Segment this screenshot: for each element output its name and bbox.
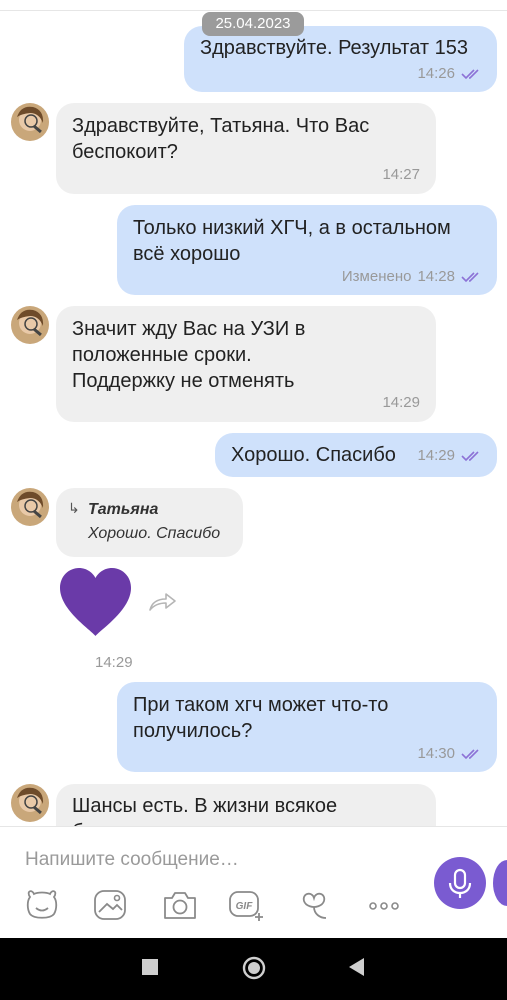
message-time: 14:26 — [417, 65, 455, 82]
message-bubble-incoming[interactable]: Здравствуйте, Татьяна. Что Вас беспокоит… — [56, 103, 436, 194]
chat-area: 25.04.2023 Здравствуйте. Результат 153 1… — [0, 0, 507, 826]
quote-text: Хорошо. Спасибо — [88, 525, 221, 542]
more-icon[interactable] — [364, 887, 404, 923]
message-meta: Изменено 14:28 — [342, 268, 483, 285]
microphone-button[interactable] — [434, 857, 486, 909]
message-text: Здравствуйте, Татьяна. Что Вас беспокоит… — [72, 115, 370, 163]
read-ticks-icon — [461, 271, 479, 282]
message-meta: 14:29 — [382, 394, 420, 411]
home-icon[interactable] — [242, 956, 266, 980]
back-icon[interactable] — [346, 957, 366, 977]
message-time: 14:29 — [382, 394, 420, 411]
message-meta: 14:26 — [417, 65, 483, 82]
read-ticks-icon — [461, 68, 479, 79]
message-bubble-outgoing[interactable]: Хорошо. Спасибо 14:29 — [215, 433, 497, 477]
reply-arrow-icon: ↳ — [68, 500, 80, 516]
message-meta: 14:27 — [382, 166, 420, 183]
message-text: При таком хгч может что-то получилось? — [133, 694, 389, 742]
message-input[interactable]: Напишите сообщение… — [25, 849, 239, 871]
avatar[interactable] — [11, 784, 49, 822]
read-ticks-icon — [461, 450, 479, 461]
forward-icon[interactable] — [147, 590, 177, 614]
gallery-icon[interactable] — [90, 887, 130, 923]
sticker-icon[interactable] — [22, 887, 62, 923]
quoted-reply[interactable]: ↳ Татьяна Хорошо. Спасибо — [56, 488, 243, 557]
avatar[interactable] — [11, 488, 49, 526]
system-navigation-bar — [0, 938, 507, 1000]
avatar[interactable] — [11, 306, 49, 344]
message-bubble-incoming[interactable]: Шансы есть. В жизни всякое бывает — [56, 784, 436, 826]
next-action-button[interactable] — [493, 860, 507, 906]
svg-text:GIF: GIF — [236, 901, 254, 912]
quote-author: Татьяна — [88, 501, 159, 518]
doodle-icon[interactable] — [296, 887, 336, 923]
message-time: 14:28 — [417, 268, 455, 285]
message-bubble-outgoing[interactable]: Только низкий ХГЧ, а в остальном всё хор… — [117, 205, 497, 295]
message-text: Здравствуйте. Результат 153 — [200, 37, 468, 59]
edited-label: Изменено — [341, 268, 412, 285]
message-composer: Напишите сообщение… GIF — [0, 826, 507, 939]
message-time: 14:29 — [417, 447, 455, 464]
gif-icon[interactable]: GIF — [227, 887, 267, 923]
top-divider — [0, 10, 507, 11]
recents-icon[interactable] — [140, 957, 160, 977]
message-time: 14:29 — [95, 654, 133, 671]
message-meta: 14:30 — [417, 745, 483, 762]
message-bubble-outgoing[interactable]: При таком хгч может что-то получилось? 1… — [117, 682, 497, 772]
read-ticks-icon — [461, 748, 479, 759]
message-meta: 14:29 — [417, 447, 483, 464]
message-text: Шансы есть. В жизни всякое бывает — [72, 795, 338, 826]
message-text: Значит жду Вас на УЗИ в положенные сроки… — [72, 318, 306, 392]
message-text: Только низкий ХГЧ, а в остальном всё хор… — [133, 217, 451, 265]
message-bubble-incoming[interactable]: Значит жду Вас на УЗИ в положенные сроки… — [56, 306, 436, 422]
message-text: Хорошо. Спасибо — [231, 444, 396, 466]
message-time: 14:27 — [382, 166, 420, 183]
avatar[interactable] — [11, 103, 49, 141]
microphone-icon — [448, 868, 472, 898]
message-time: 14:30 — [417, 745, 455, 762]
heart-sticker[interactable] — [58, 566, 133, 638]
date-separator: 25.04.2023 — [202, 12, 304, 36]
camera-icon[interactable] — [160, 887, 200, 923]
